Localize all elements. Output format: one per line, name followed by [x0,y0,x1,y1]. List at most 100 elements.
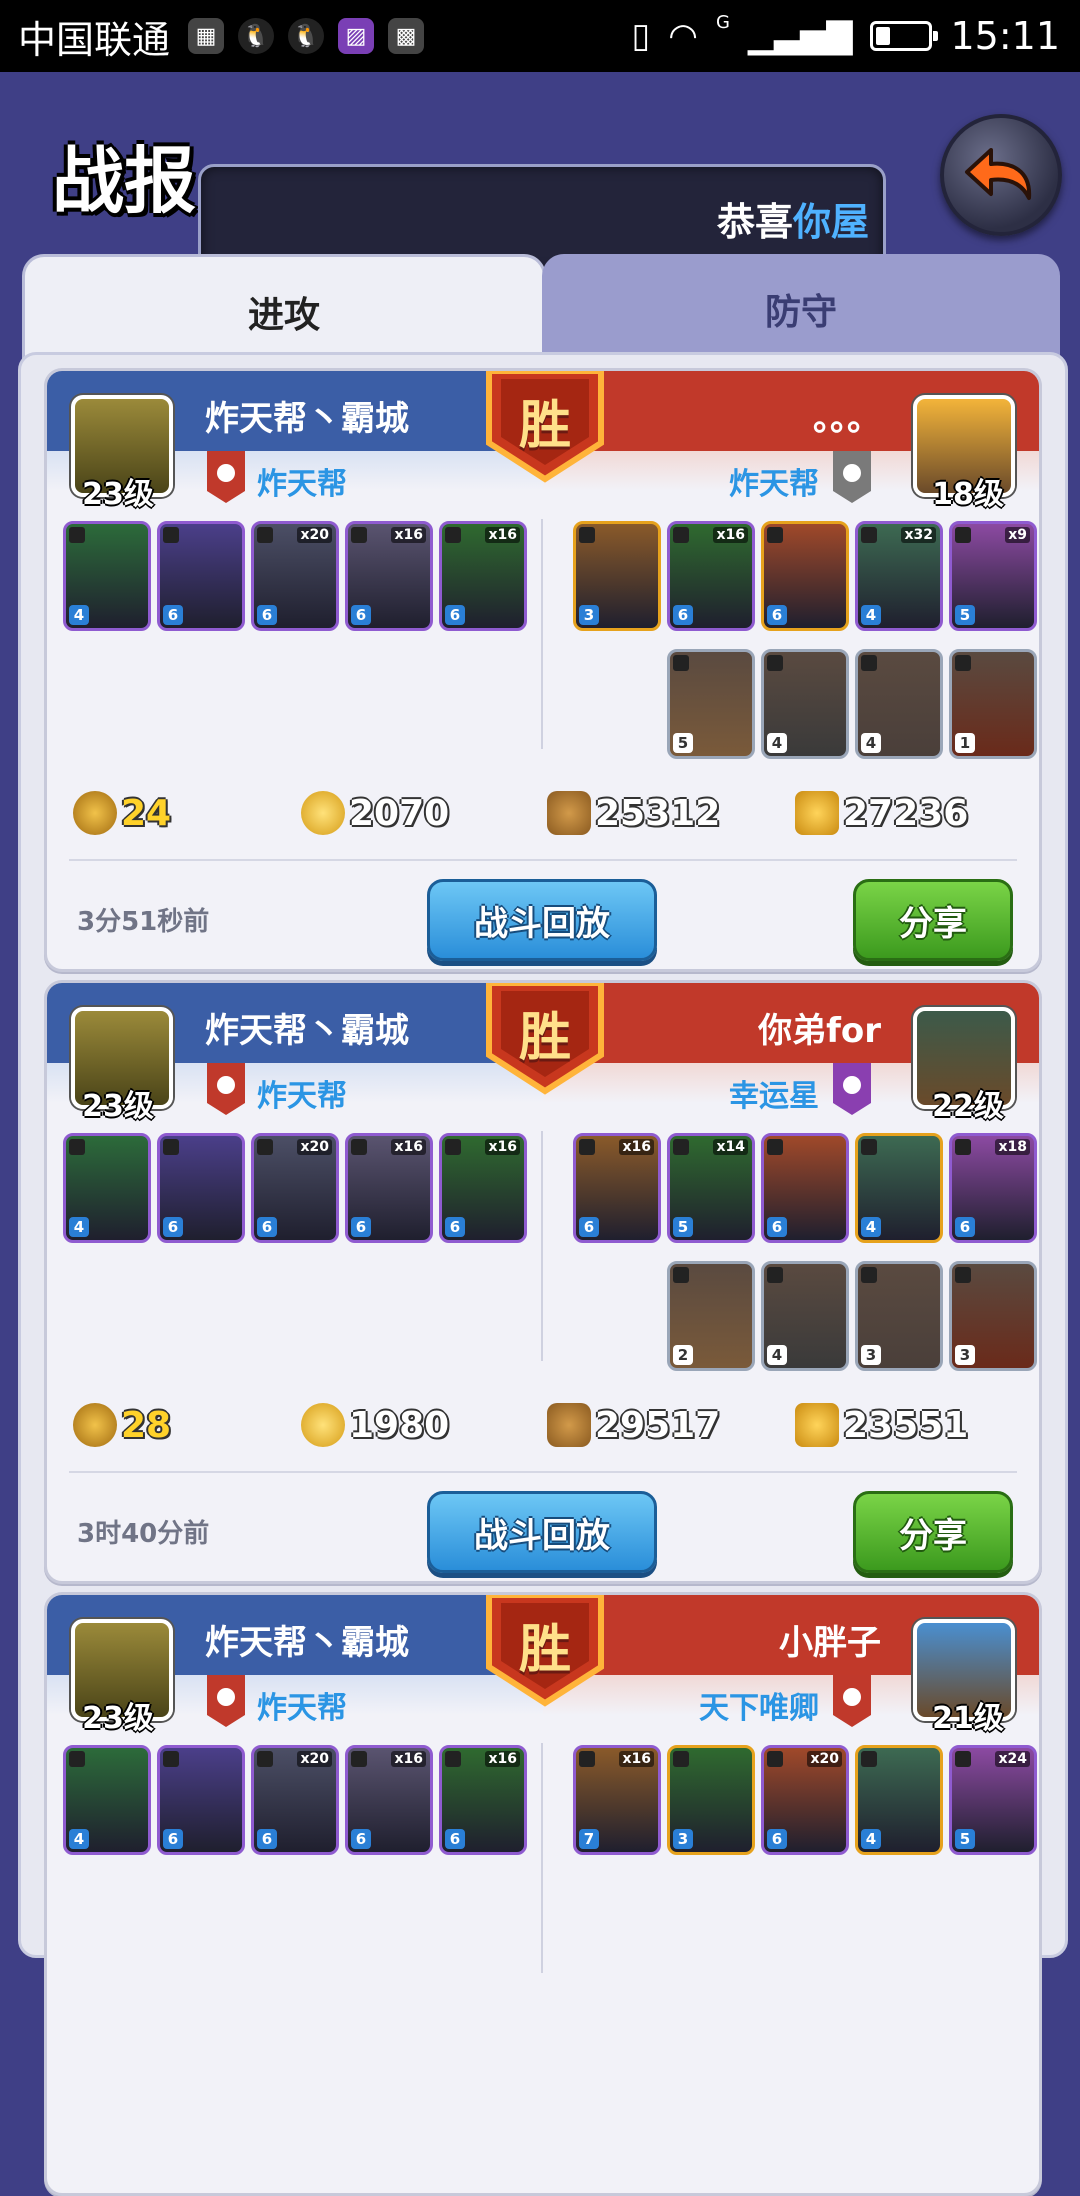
building-level: 2 [673,1345,693,1365]
unit-type-icon [673,1751,689,1767]
food-value: 23551 [843,1404,969,1446]
share-button[interactable]: 分享 [853,1491,1013,1573]
wood-value: 25312 [595,792,721,834]
defender-unit[interactable]: 4 [855,1745,943,1855]
defender-name: 。。。 [813,399,881,439]
unit-level: 6 [163,1217,183,1237]
unit-type-icon [955,1751,971,1767]
defender-unit[interactable]: x24 5 [949,1745,1037,1855]
defender-guild: 炸天帮 [729,467,819,502]
attacker-unit[interactable]: 4 [63,521,151,631]
card-divider [541,1743,543,1973]
wood-value: 29517 [595,1404,721,1446]
defender-unit[interactable]: 6 [761,1133,849,1243]
defender-unit[interactable]: x16 7 [573,1745,661,1855]
defender-unit[interactable]: 4 [855,1133,943,1243]
defender-building[interactable]: 3 [949,1261,1037,1371]
building-type-icon [673,655,689,671]
unit-level: 6 [163,605,183,625]
unit-type-icon [579,527,595,543]
unit-count: x16 [391,1751,426,1767]
building-type-icon [861,655,877,671]
marquee-text: 恭喜你屋 [717,191,869,246]
attacker-unit[interactable]: x16 6 [439,521,527,631]
wheat-icon [795,1403,839,1447]
battery-icon [870,21,939,51]
unit-count: x24 [995,1751,1030,1767]
unit-level: 3 [579,605,599,625]
medal-reward: 28 [73,1403,171,1447]
attacker-unit[interactable]: x20 6 [251,1745,339,1855]
defender-unit[interactable]: 3 [573,521,661,631]
defender-building[interactable]: 2 [667,1261,755,1371]
defender-level: 18级 [932,477,1004,512]
attacker-unit[interactable]: 4 [63,1133,151,1243]
building-level: 3 [861,1345,881,1365]
attacker-unit[interactable]: x20 6 [251,521,339,631]
attacker-name: 炸天帮丶霸城 [205,1623,409,1663]
unit-level: 6 [257,1217,277,1237]
defender-building[interactable]: 4 [761,1261,849,1371]
unit-type-icon [257,527,273,543]
unit-count: x16 [391,1139,426,1155]
wood-reward: 25312 [547,791,720,835]
signal-icon: ▁▃▅▇ [747,16,853,56]
defender-building[interactable]: 3 [855,1261,943,1371]
replay-button[interactable]: 战斗回放 [427,1491,657,1573]
defender-unit[interactable]: 3 [667,1745,755,1855]
unit-type-icon [163,1751,179,1767]
attacker-unit[interactable]: x20 6 [251,1133,339,1243]
defender-building[interactable]: 5 [667,649,755,759]
guild-banner-icon [203,1673,249,1729]
building-type-icon [767,655,783,671]
defender-unit[interactable]: x16 6 [667,521,755,631]
wood-icon [547,791,591,835]
attacker-guild: 炸天帮 [257,467,347,502]
medal-value: 28 [121,1404,172,1446]
defender-unit[interactable]: x18 6 [949,1133,1037,1243]
attacker-unit[interactable]: x16 6 [439,1133,527,1243]
building-level: 1 [955,733,975,753]
tab-defense[interactable]: 防守 [542,254,1060,364]
attacker-unit[interactable]: 6 [157,521,245,631]
defender-building[interactable]: 1 [949,649,1037,759]
attacker-unit[interactable]: x16 6 [345,1745,433,1855]
attacker-unit[interactable]: 6 [157,1133,245,1243]
share-button[interactable]: 分享 [853,879,1013,961]
guild-banner-icon [203,1061,249,1117]
building-type-icon [767,1267,783,1283]
card-divider [69,859,1017,861]
tab-attack[interactable]: 进攻 [22,254,546,367]
time-ago: 3分51秒前 [77,907,210,937]
defender-unit[interactable]: x9 5 [949,521,1037,631]
defender-unit[interactable]: x20 6 [761,1745,849,1855]
defender-unit[interactable]: x16 6 [573,1133,661,1243]
unit-level: 4 [69,605,89,625]
unit-count: x16 [391,527,426,543]
medal-icon [73,1403,117,1447]
defender-building[interactable]: 4 [761,649,849,759]
attacker-unit[interactable]: x16 6 [345,521,433,631]
unit-type-icon [69,1139,85,1155]
defender-unit[interactable]: x14 5 [667,1133,755,1243]
defender-unit[interactable]: x32 4 [855,521,943,631]
unit-type-icon [69,527,85,543]
attacker-unit[interactable]: x16 6 [345,1133,433,1243]
result-text: 胜 [518,396,571,456]
attacker-guild: 炸天帮 [257,1691,347,1726]
gallery-icon: ▨ [338,18,375,54]
attacker-unit[interactable]: x16 6 [439,1745,527,1855]
medal-reward: 24 [73,791,171,835]
defender-building[interactable]: 4 [855,649,943,759]
defender-unit[interactable]: 6 [761,521,849,631]
food-value: 27236 [843,792,969,834]
unit-level: 4 [69,1217,89,1237]
unit-level: 3 [673,1829,693,1849]
attacker-unit[interactable]: 6 [157,1745,245,1855]
unit-count: x20 [807,1751,842,1767]
qq-icon: 🐧 [238,18,275,54]
building-level: 4 [861,733,881,753]
replay-button[interactable]: 战斗回放 [427,879,657,961]
back-button[interactable] [940,114,1062,236]
attacker-unit[interactable]: 4 [63,1745,151,1855]
